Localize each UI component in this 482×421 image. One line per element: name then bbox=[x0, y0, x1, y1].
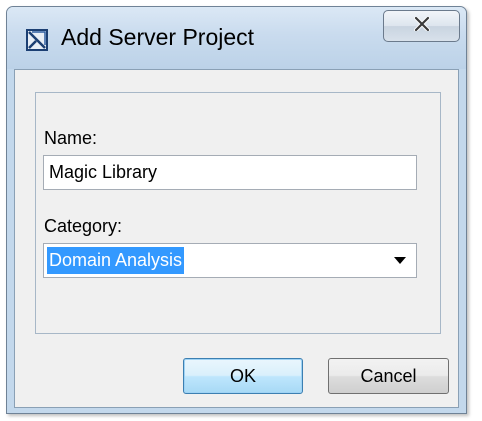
dialog-content: Name: Category: Domain Analysis OK Cance… bbox=[14, 69, 459, 408]
app-window-icon bbox=[26, 29, 48, 51]
category-selected-value: Domain Analysis bbox=[47, 247, 185, 274]
name-label: Name: bbox=[44, 128, 98, 148]
cancel-button[interactable]: Cancel bbox=[328, 358, 449, 394]
category-dropdown[interactable]: Domain Analysis bbox=[43, 243, 417, 278]
title-bar[interactable]: Add Server Project bbox=[7, 7, 466, 69]
chevron-down-icon[interactable] bbox=[394, 257, 406, 264]
ok-button[interactable]: OK bbox=[183, 358, 303, 394]
name-field[interactable] bbox=[43, 155, 417, 190]
window-title: Add Server Project bbox=[61, 24, 255, 50]
category-label: Category: bbox=[44, 216, 123, 236]
close-button[interactable] bbox=[383, 10, 460, 42]
close-x-icon bbox=[413, 15, 430, 36]
add-server-project-dialog: Add Server Project Name: Category: Domai… bbox=[6, 6, 467, 414]
